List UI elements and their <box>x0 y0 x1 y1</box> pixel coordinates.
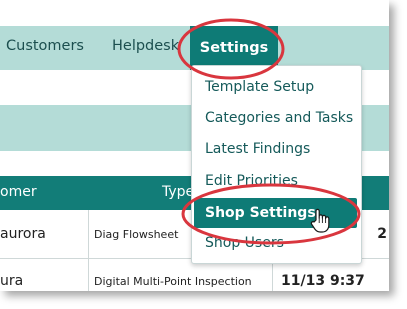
nav-settings[interactable]: Settings <box>190 26 278 70</box>
cell-customer: aurora <box>0 226 46 242</box>
cell-customer: ura <box>0 273 24 289</box>
nav-helpdesk[interactable]: Helpdesk <box>112 38 179 54</box>
cell-time-value: 2 <box>377 226 387 242</box>
menu-item-shop-users[interactable]: Shop Users <box>205 235 284 251</box>
column-header-customer[interactable]: omer <box>0 184 37 200</box>
nav-settings-label: Settings <box>199 40 269 56</box>
menu-item-shop-settings-label: Shop Settings <box>205 205 316 221</box>
settings-dropdown-menu: Template Setup Categories and Tasks Late… <box>191 65 362 264</box>
hand-pointer-icon <box>310 208 330 233</box>
menu-item-edit-priorities[interactable]: Edit Priorities <box>205 173 298 189</box>
menu-item-categories-and-tasks[interactable]: Categories and Tasks <box>205 110 353 126</box>
column-header-type[interactable]: Type <box>162 184 194 200</box>
app-window: Customers Helpdesk Settings omer Type au… <box>0 0 389 291</box>
nav-customers[interactable]: Customers <box>6 38 84 54</box>
menu-item-latest-findings[interactable]: Latest Findings <box>205 141 310 157</box>
menu-item-template-setup[interactable]: Template Setup <box>205 79 314 95</box>
